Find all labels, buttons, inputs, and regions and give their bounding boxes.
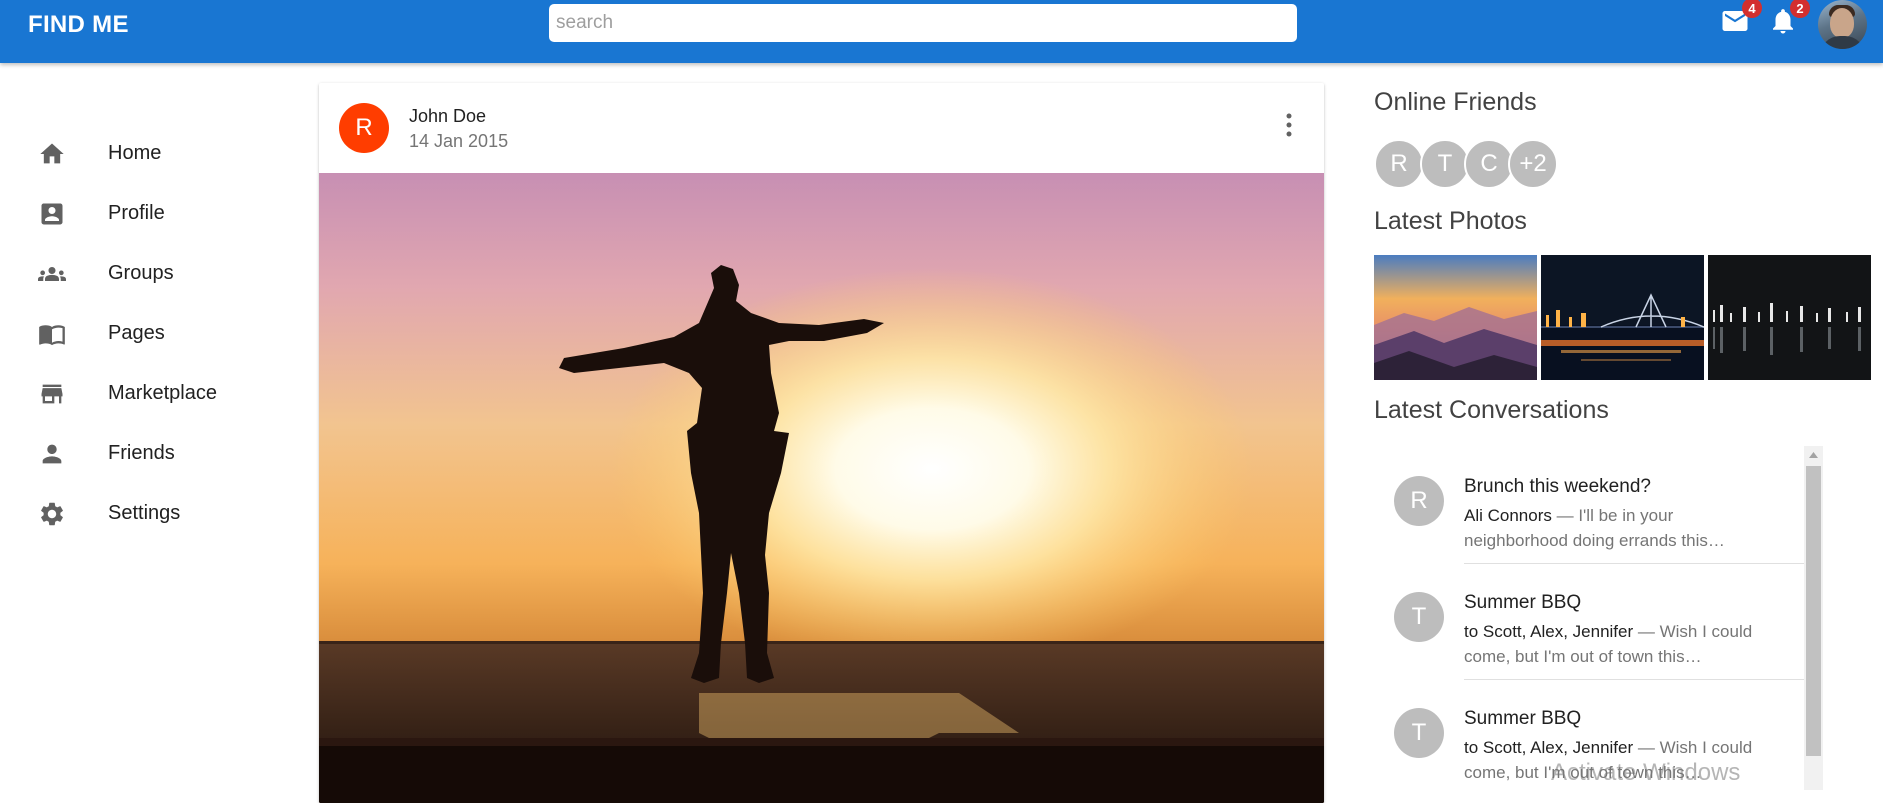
mail-badge: 4 xyxy=(1742,0,1762,18)
windows-activation-watermark: Activate Windows xyxy=(1551,759,1741,786)
conversation-title: Summer BBQ xyxy=(1464,708,1582,729)
sidebar-item-profile[interactable]: Profile xyxy=(0,183,300,243)
conversation-list[interactable]: R Brunch this weekend? Ali Connors — I'l… xyxy=(1374,448,1824,790)
sidebar-item-label: Groups xyxy=(108,262,174,284)
gear-icon xyxy=(41,502,63,526)
sidebar-item-label: Friends xyxy=(108,442,175,464)
post-author[interactable]: John Doe xyxy=(409,106,486,127)
brand-title[interactable]: FIND ME xyxy=(28,11,129,39)
sunset-silhouette-photo[interactable] xyxy=(319,173,1324,803)
conversation-title: Summer BBQ xyxy=(1464,592,1582,613)
home-icon xyxy=(40,143,64,164)
post-avatar[interactable]: R xyxy=(339,103,389,153)
conversation-participants: to Scott, Alex, Jennifer xyxy=(1464,738,1634,757)
latest-photos-title: Latest Photos xyxy=(1374,207,1527,235)
online-friend-avatar[interactable]: C xyxy=(1464,139,1514,189)
notification-badge: 2 xyxy=(1790,0,1810,18)
latest-conversations-title: Latest Conversations xyxy=(1374,396,1609,424)
post-date: 14 Jan 2015 xyxy=(409,131,509,151)
sidebar-item-marketplace[interactable]: Marketplace xyxy=(0,363,300,423)
conversation-preview: to Scott, Alex, Jennifer — Wish I could … xyxy=(1464,619,1774,669)
online-friends-title: Online Friends xyxy=(1374,88,1537,116)
city-night-photo[interactable] xyxy=(1708,255,1871,380)
conversation-participants: Ali Connors xyxy=(1464,506,1552,525)
sidebar-item-settings[interactable]: Settings xyxy=(0,483,300,543)
sidebar-item-home[interactable]: Home xyxy=(0,123,300,183)
conversation-title: Brunch this weekend? xyxy=(1464,476,1651,497)
mail-button[interactable]: 4 xyxy=(1720,0,1762,36)
notifications-button[interactable]: 2 xyxy=(1768,0,1810,36)
night-bridge-photo[interactable] xyxy=(1541,255,1704,380)
conversation-preview: Ali Connors — I'll be in your neighborho… xyxy=(1464,503,1774,553)
scrollbar-thumb[interactable] xyxy=(1806,466,1821,756)
post-card: R John Doe 14 Jan 2015 xyxy=(319,83,1324,803)
sidebar-item-friends[interactable]: Friends xyxy=(0,423,300,483)
account-box-icon xyxy=(41,203,63,225)
book-icon xyxy=(39,325,65,346)
scroll-up-arrow-icon[interactable] xyxy=(1804,446,1823,463)
groups-icon xyxy=(38,267,66,281)
search-input[interactable] xyxy=(549,4,1297,42)
conversation-item[interactable]: T Summer BBQ to Scott, Alex, Jennifer — … xyxy=(1374,564,1804,680)
sidebar-item-groups[interactable]: Groups xyxy=(0,243,300,303)
conversation-avatar: R xyxy=(1394,476,1444,526)
more-vert-icon[interactable] xyxy=(1277,111,1301,139)
sidebar-item-label: Settings xyxy=(108,502,181,524)
mountain-sunset-photo[interactable] xyxy=(1374,255,1537,380)
sidebar-item-label: Home xyxy=(108,142,162,164)
more-friends-chip[interactable]: +2 xyxy=(1508,139,1558,189)
online-friend-avatar[interactable]: T xyxy=(1420,139,1470,189)
sidebar-item-label: Profile xyxy=(108,202,165,224)
conversation-scrollbar[interactable] xyxy=(1804,446,1823,790)
conversation-avatar: T xyxy=(1394,592,1444,642)
person-icon xyxy=(42,444,62,464)
online-friend-avatar[interactable]: R xyxy=(1374,139,1424,189)
app-bar: FIND ME 4 2 xyxy=(0,0,1883,63)
sidebar-item-pages[interactable]: Pages xyxy=(0,303,300,363)
conversation-participants: to Scott, Alex, Jennifer xyxy=(1464,622,1634,641)
sidebar-item-label: Marketplace xyxy=(108,382,217,404)
store-icon xyxy=(41,384,63,404)
conversation-item[interactable]: R Brunch this weekend? Ali Connors — I'l… xyxy=(1374,448,1804,564)
user-avatar[interactable] xyxy=(1818,0,1867,49)
conversation-avatar: T xyxy=(1394,708,1444,758)
sidebar-item-label: Pages xyxy=(108,322,165,344)
